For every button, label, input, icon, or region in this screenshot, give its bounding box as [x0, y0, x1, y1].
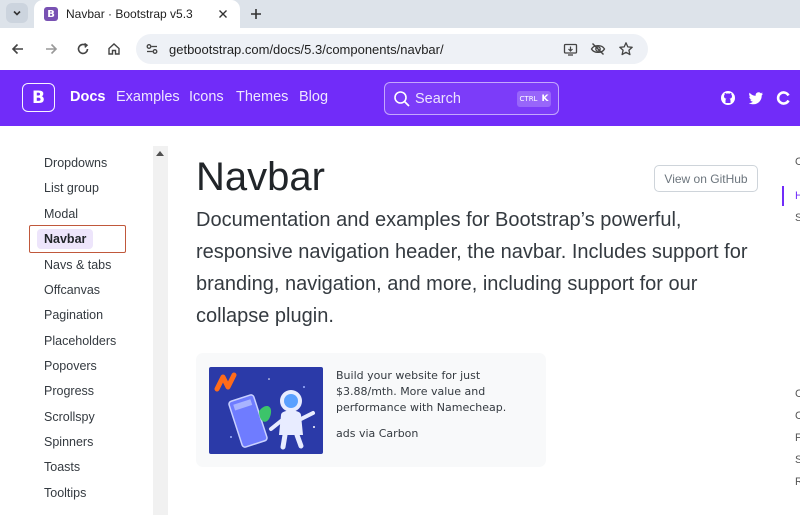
- home-button[interactable]: [104, 39, 124, 59]
- carbon-ad-text[interactable]: Build your website for just $3.88/mth. M…: [336, 368, 536, 416]
- browser-tab[interactable]: B Navbar · Bootstrap v5.3: [34, 0, 240, 28]
- url-text[interactable]: getbootstrap.com/docs/5.3/components/nav…: [169, 42, 444, 57]
- chevron-down-icon: [13, 10, 21, 16]
- plus-icon: [251, 9, 261, 19]
- toc-item[interactable]: S: [795, 454, 800, 466]
- nav-link-icons[interactable]: Icons: [189, 89, 224, 105]
- sidebar-item-pagination[interactable]: Pagination: [44, 308, 103, 322]
- sidebar-scrollbar[interactable]: [153, 146, 168, 515]
- nav-link-blog[interactable]: Blog: [299, 89, 328, 105]
- address-bar[interactable]: getbootstrap.com/docs/5.3/components/nav…: [136, 34, 648, 64]
- scroll-up-arrow-icon[interactable]: [156, 151, 164, 156]
- view-on-github-button[interactable]: View on GitHub: [654, 165, 758, 192]
- back-icon: [11, 43, 23, 55]
- browser-toolbar: getbootstrap.com/docs/5.3/components/nav…: [0, 28, 800, 70]
- close-tab-button[interactable]: [216, 7, 230, 21]
- kbd-k: K: [541, 94, 549, 104]
- tab-title: Navbar · Bootstrap v5.3: [66, 7, 193, 21]
- install-app-button[interactable]: [562, 41, 578, 57]
- search-label: Search: [415, 91, 461, 107]
- kbd-ctrl: CTRL: [519, 95, 538, 103]
- close-icon: [219, 10, 227, 18]
- carbon-poweredby-link[interactable]: ads via Carbon: [336, 427, 418, 440]
- bootstrap-favicon-icon: B: [44, 7, 58, 21]
- bookmark-button[interactable]: [618, 41, 634, 57]
- page-title: Navbar: [196, 155, 325, 199]
- sidebar-item-popovers[interactable]: Popovers: [44, 359, 97, 373]
- toc-item[interactable]: H: [795, 190, 800, 202]
- sidebar-item-toasts[interactable]: Toasts: [44, 460, 80, 474]
- tab-search-button[interactable]: [6, 3, 28, 23]
- nav-link-examples[interactable]: Examples: [116, 89, 180, 105]
- sidebar-item-offcanvas[interactable]: Offcanvas: [44, 283, 100, 297]
- sidebar-item-progress[interactable]: Progress: [44, 384, 94, 398]
- twitter-link[interactable]: [747, 89, 764, 106]
- page-lead: Documentation and examples for Bootstrap…: [196, 209, 748, 327]
- sidebar-item-modal[interactable]: Modal: [44, 207, 78, 221]
- namecheap-ad-image[interactable]: [209, 367, 323, 454]
- docs-sidebar: Dropdowns List group Modal Navbar Navs &…: [0, 126, 168, 515]
- toc-active-indicator: [782, 186, 784, 206]
- toc-item[interactable]: C: [795, 410, 800, 422]
- toc-item[interactable]: R: [795, 476, 800, 488]
- install-app-icon: [563, 43, 577, 56]
- bootstrap-logo[interactable]: B: [22, 83, 55, 112]
- sidebar-item-dropdowns[interactable]: Dropdowns: [44, 156, 107, 170]
- reload-button[interactable]: [73, 39, 93, 59]
- star-icon: [619, 42, 633, 56]
- sidebar-item-scrollspy[interactable]: Scrollspy: [44, 410, 95, 424]
- twitter-icon: [748, 91, 763, 104]
- home-icon: [108, 43, 120, 55]
- eye-off-icon: [590, 43, 606, 55]
- toc-item[interactable]: F: [795, 432, 800, 444]
- sidebar-item-placeholders[interactable]: Placeholders: [44, 334, 116, 348]
- back-button[interactable]: [8, 39, 28, 59]
- github-icon: [720, 90, 735, 105]
- new-tab-button[interactable]: [246, 4, 266, 24]
- reload-icon: [77, 42, 89, 55]
- annotation-highlight-box: [29, 225, 126, 253]
- forward-icon: [46, 43, 58, 55]
- docs-search-button[interactable]: Search CTRL K: [384, 82, 559, 115]
- sidebar-item-navs-tabs[interactable]: Navs & tabs: [44, 258, 111, 272]
- sidebar-item-list-group[interactable]: List group: [44, 181, 99, 195]
- toc-item[interactable]: C: [795, 388, 800, 400]
- forward-button[interactable]: [41, 39, 61, 59]
- toc-item[interactable]: S: [795, 212, 800, 224]
- opencollective-link[interactable]: [775, 89, 792, 106]
- site-info-button[interactable]: [144, 41, 160, 57]
- keyboard-shortcut-badge: CTRL K: [517, 91, 551, 107]
- nav-link-docs[interactable]: Docs: [70, 89, 105, 105]
- nav-link-themes[interactable]: Themes: [236, 89, 288, 105]
- tracking-protection-button[interactable]: [590, 41, 606, 57]
- ad-illustration-icon: [209, 367, 323, 454]
- sidebar-item-spinners[interactable]: Spinners: [44, 435, 93, 449]
- carbon-ad[interactable]: Build your website for just $3.88/mth. M…: [196, 353, 546, 467]
- browser-tab-strip: B Navbar · Bootstrap v5.3: [0, 0, 800, 28]
- github-link[interactable]: [719, 89, 736, 106]
- toc-heading: O: [795, 156, 800, 168]
- site-info-icon: [146, 44, 158, 54]
- bootstrap-navbar: B Docs Examples Icons Themes Blog Search…: [0, 70, 800, 126]
- sidebar-item-tooltips[interactable]: Tooltips: [44, 486, 86, 500]
- search-icon: [394, 91, 410, 107]
- opencollective-icon: [776, 90, 790, 105]
